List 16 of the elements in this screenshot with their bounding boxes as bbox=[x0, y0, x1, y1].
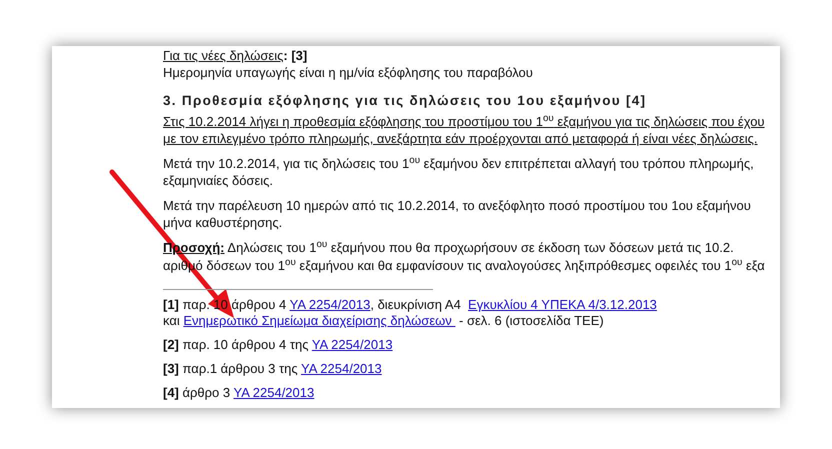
link[interactable]: Ενημερωτικό Σημείωμα διαχείρισης δηλώσεων bbox=[183, 313, 456, 328]
paragraph: Για τις νέες δηλώσεις: [3] bbox=[163, 48, 308, 64]
link[interactable]: ΥΑ 2254/2013 bbox=[234, 385, 314, 400]
footnote: [1] παρ. 10 άρθρου 4 ΥΑ 2254/2013, διευκρίνιση Α4 Εγκυκλίου 4 ΥΠΕΚΑ 4/3.12.2013 και Ενημερωτικό Σημείωμα διαχείρισης δηλώσεων - σελ. 6 (ιστοσελίδα ΤΕΕ) bbox=[163, 297, 658, 329]
section-heading: 3. Προθεσμία εξόφλησης για τις δηλώσεις του 1ου εξαμήνου [4] bbox=[163, 93, 648, 109]
footnote: [2] παρ. 10 άρθρου 4 της ΥΑ 2254/2013 bbox=[163, 337, 394, 353]
link[interactable]: ΥΑ 2254/2013 bbox=[290, 297, 370, 312]
paragraph: Στις 10.2.2014 λήγει η προθεσμία εξόφλησης του προστίμου του 1$^{ου}$ εξαμήνου για τις δηλώσεις που έχου με τον επιλεγμένο τρόπο πληρωμής, ανεξάρτητα εάν προέρχονται από μεταφορά ή είναι νέες δηλώσεις. bbox=[163, 113, 766, 147]
link[interactable]: ΥΑ 2254/2013 bbox=[301, 361, 382, 376]
paragraph: Ημερομηνία υπαγωγής είναι η ημ/νία εξόφλησης του παραβόλου bbox=[163, 64, 534, 81]
footnote: [3] παρ.1 άρθρου 3 της ΥΑ 2254/2013 bbox=[163, 361, 383, 377]
paragraph: Μετά την παρέλευση 10 ημερών από τις 10.2.2014, το ανεξόφλητο ποσό προστίμου του 1ου εξαμήνου μήνα καθυστέρησης. bbox=[163, 197, 752, 231]
paragraph: Μετά την 10.2.2014, για τις δηλώσεις του 1$^{ου}$ εξαμήνου δεν επιτρέπεται αλλαγή του τρόπου πληρωμής, εξαμηνιαίες δόσεις. bbox=[163, 155, 755, 189]
footnote: [4] άρθρο 3 ΥΑ 2254/2013 bbox=[163, 385, 316, 401]
link[interactable]: Εγκυκλίου 4 ΥΠΕΚΑ 4/3.12.2013 bbox=[468, 297, 657, 312]
link[interactable]: ΥΑ 2254/2013 bbox=[312, 337, 393, 352]
